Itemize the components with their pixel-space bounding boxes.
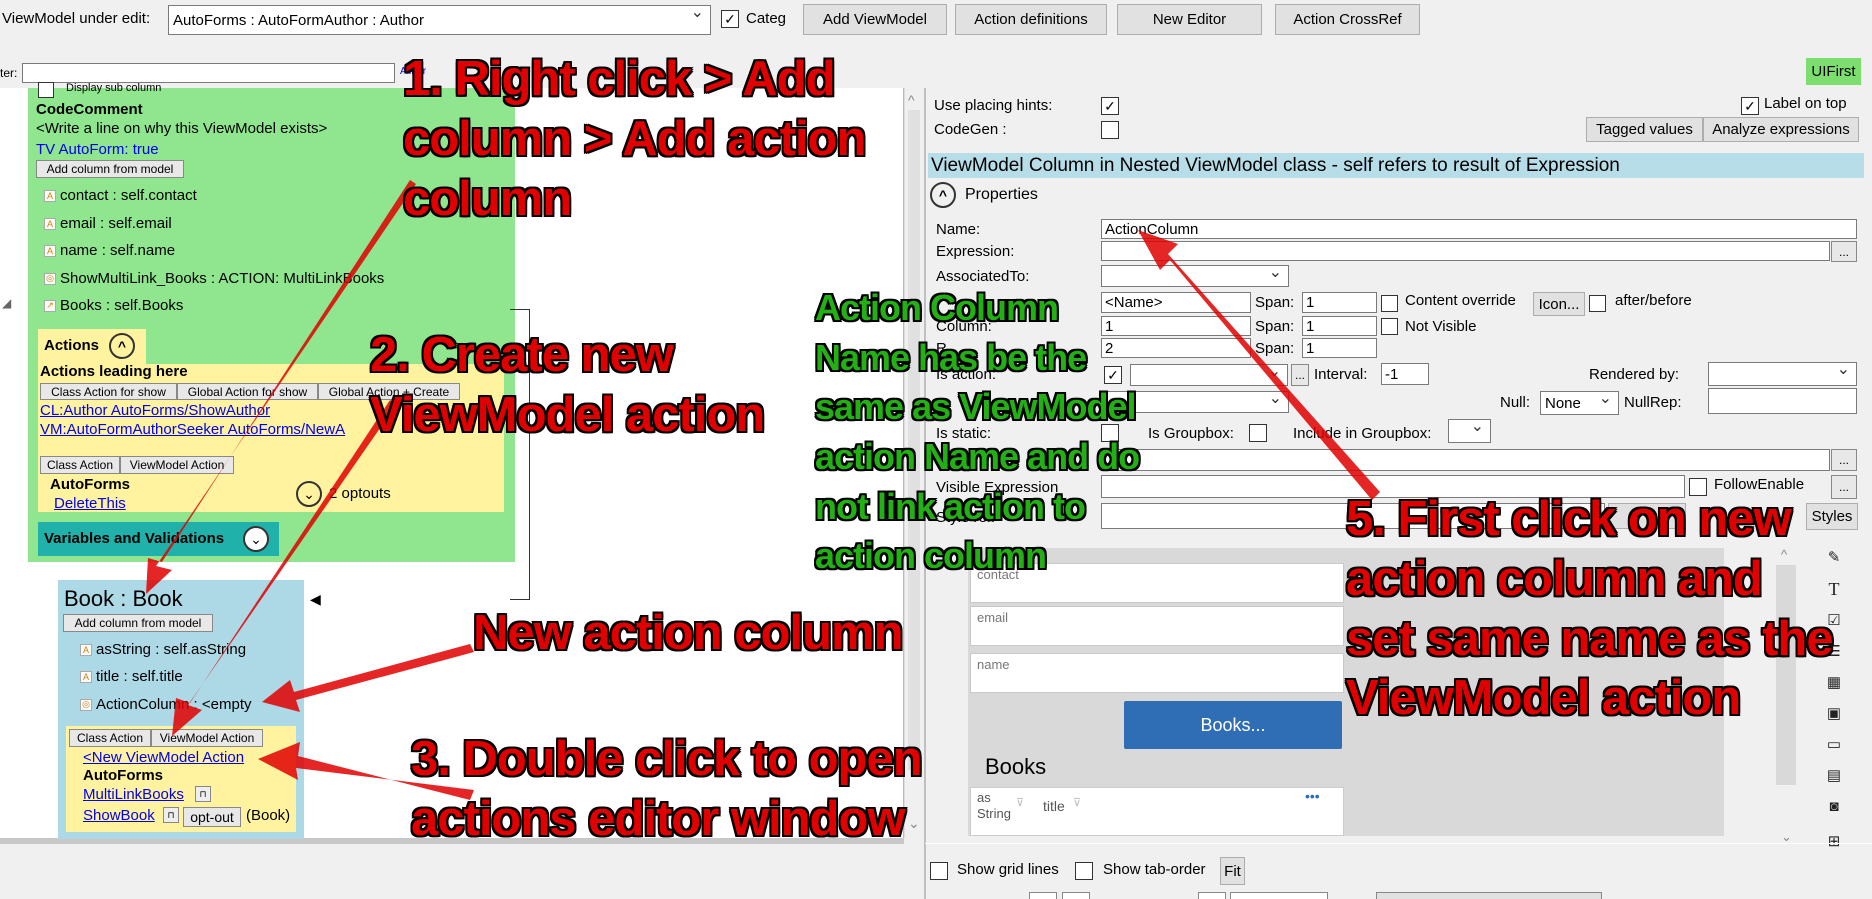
annotation-step5: 5. First click on new action column and … <box>1346 492 1834 726</box>
annotation-new-action-column: New action column <box>473 606 904 660</box>
annotation-step3: 3. Double click to open actions editor w… <box>411 732 923 846</box>
annotation-step2: 2. Create new ViewModel action <box>370 328 765 442</box>
annotation-step1: 1. Right click > Add column > Add action… <box>403 52 866 226</box>
arrow-new-action-column <box>262 644 474 712</box>
annotation-green-note: Action Column Name has be the same as Vi… <box>815 287 1140 577</box>
arrow-step5 <box>1138 230 1380 500</box>
